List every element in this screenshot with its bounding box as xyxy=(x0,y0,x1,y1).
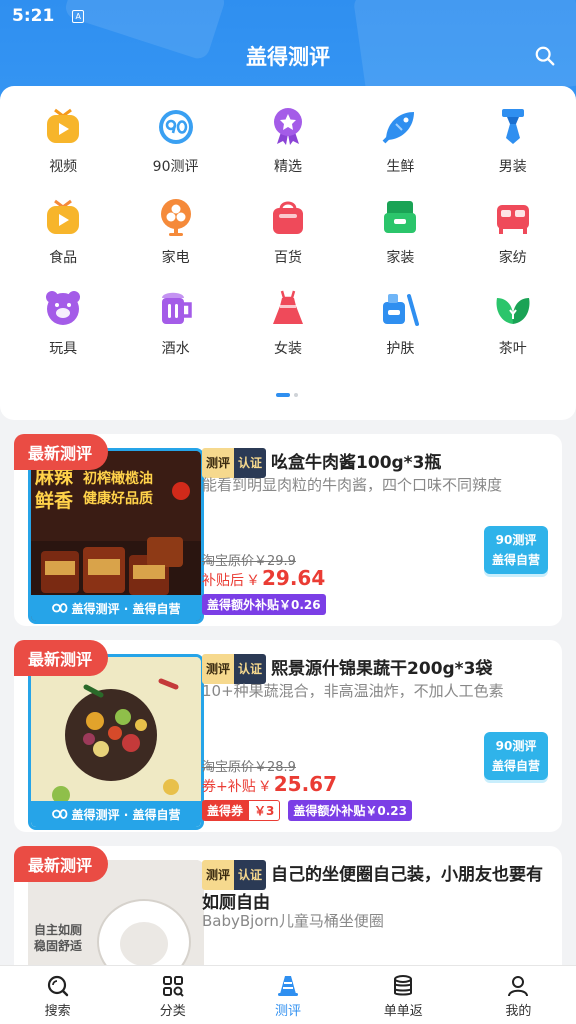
image-footer: 盖得测评 · 盖得自营 xyxy=(31,595,201,621)
pager-dot xyxy=(294,393,298,397)
extra-subsidy-chip: 盖得额外补贴￥0.23 xyxy=(288,800,412,821)
tea-leaf-icon xyxy=(496,298,530,324)
image-text: 初榨橄榄油 xyxy=(83,471,153,487)
category-womenswear[interactable]: 女装 xyxy=(232,288,344,366)
category-panel: 视频 90测评 精选 生鲜 男装 食品 家电 百货 家装 家纺 玩具 酒水 女装… xyxy=(0,86,576,420)
category-appliances[interactable]: 家电 xyxy=(119,197,231,275)
status-time: 5:21 xyxy=(12,6,55,26)
subsidy-row: 盖得券 ￥3 盖得额外补贴￥0.23 xyxy=(202,800,412,821)
nav-cashback[interactable]: 单单返 xyxy=(346,966,461,1024)
bed-icon xyxy=(496,205,529,234)
product-image[interactable]: 麻辣 鲜香 初榨橄榄油 健康好品质 盖得测评 · 盖得自营 xyxy=(28,448,204,624)
food-icon xyxy=(47,199,80,234)
page-title: 盖得测评 xyxy=(246,45,330,69)
image-text: 稳固舒适 xyxy=(34,939,83,953)
nav-category[interactable]: 分类 xyxy=(115,966,230,1024)
cosmetics-icon xyxy=(383,294,420,326)
house-icon xyxy=(384,201,417,233)
subsidy-row: 盖得额外补贴￥0.26 xyxy=(202,594,326,615)
coupon-chip: 盖得券 ￥3 xyxy=(202,800,281,821)
newest-review-tag: 最新测评 xyxy=(14,846,109,882)
category-textiles[interactable]: 家纺 xyxy=(457,197,569,275)
dress-icon xyxy=(272,290,303,324)
image-text: 鲜香 xyxy=(35,490,74,512)
image-text: 健康好品质 xyxy=(83,491,153,507)
profile-icon xyxy=(508,976,529,997)
fish-icon xyxy=(382,112,415,144)
search-icon xyxy=(47,975,68,997)
category-grid-icon xyxy=(162,976,184,997)
bear-icon xyxy=(46,291,81,325)
product-subtitle: BabyBjorn儿童马桶坐便圈 xyxy=(202,912,384,930)
category-tea[interactable]: 茶叶 xyxy=(457,288,569,366)
video-icon xyxy=(47,108,80,143)
nav-review[interactable]: 测评 xyxy=(230,966,345,1024)
category-toys[interactable]: 玩具 xyxy=(7,288,119,366)
category-90-review[interactable]: 90测评 xyxy=(119,106,231,184)
category-grid: 视频 90测评 精选 生鲜 男装 食品 家电 百货 家装 家纺 玩具 酒水 女装… xyxy=(7,106,569,366)
image-footer: 盖得测评 · 盖得自营 xyxy=(31,801,201,827)
90-review-icon xyxy=(158,110,193,144)
category-drinks[interactable]: 酒水 xyxy=(119,288,231,366)
category-home-deco[interactable]: 家装 xyxy=(344,197,456,275)
90-logo-icon xyxy=(51,809,67,819)
extra-subsidy-chip: 盖得额外补贴￥0.26 xyxy=(202,594,326,615)
newest-review-tag: 最新测评 xyxy=(14,640,109,676)
coins-icon xyxy=(394,975,413,996)
review-card[interactable]: 最新测评 盖得测评 · 盖得自营 测评 认证 熙景源什锦果蔬干200g*3袋 10+… xyxy=(14,640,562,832)
review-cone-icon xyxy=(278,976,298,996)
self-operated-badge: 90测评 盖得自营 xyxy=(484,732,548,780)
category-fresh[interactable]: 生鲜 xyxy=(344,106,456,184)
category-menswear[interactable]: 男装 xyxy=(457,106,569,184)
product-image[interactable]: 盖得测评 · 盖得自营 xyxy=(28,654,204,830)
nav-search[interactable]: 搜索 xyxy=(0,966,115,1024)
fan-icon xyxy=(160,199,191,236)
category-pager xyxy=(276,393,298,397)
category-skincare[interactable]: 护肤 xyxy=(344,288,456,366)
bottom-nav: 搜索 分类 测评 单单返 我的 xyxy=(0,965,576,1024)
image-text: 自主如厕 xyxy=(34,923,83,937)
self-operated-badge: 90测评 盖得自营 xyxy=(484,526,548,574)
90-logo-icon xyxy=(51,603,67,613)
product-subtitle: 10+种果蔬混合，非高温油炸，不加人工色素 xyxy=(202,682,504,700)
newest-review-tag: 最新测评 xyxy=(14,434,109,470)
category-food[interactable]: 食品 xyxy=(7,197,119,275)
review-card[interactable]: 最新测评 麻辣 鲜香 初榨橄榄油 健康好品质 盖得测评 · 盖得自营 测评 认证吆 xyxy=(14,434,562,626)
status-bar: 5:21 A xyxy=(0,0,576,32)
notification-icon: A xyxy=(72,9,85,23)
search-icon[interactable] xyxy=(534,45,556,67)
review-certified-badge: 测评 认证 xyxy=(202,860,267,890)
tie-icon xyxy=(501,109,524,144)
category-general-goods[interactable]: 百货 xyxy=(232,197,344,275)
pager-dot-active xyxy=(276,393,290,397)
category-video[interactable]: 视频 xyxy=(7,106,119,184)
sale-price: 补贴后 ￥ 29.64 xyxy=(202,566,326,590)
bag-icon xyxy=(272,201,303,234)
category-selected[interactable]: 精选 xyxy=(232,106,344,184)
nav-profile[interactable]: 我的 xyxy=(461,966,576,1024)
sale-price: 券+补贴 ￥ 25.67 xyxy=(202,772,337,796)
beer-icon xyxy=(161,292,192,324)
product-title: 测评 认证 自己的坐便圈自己装，小朋友也要有如厕自由 xyxy=(202,860,552,916)
medal-icon xyxy=(273,108,302,145)
product-subtitle: 能看到明显肉粒的牛肉酱，四个口味不同辣度 xyxy=(202,476,503,494)
